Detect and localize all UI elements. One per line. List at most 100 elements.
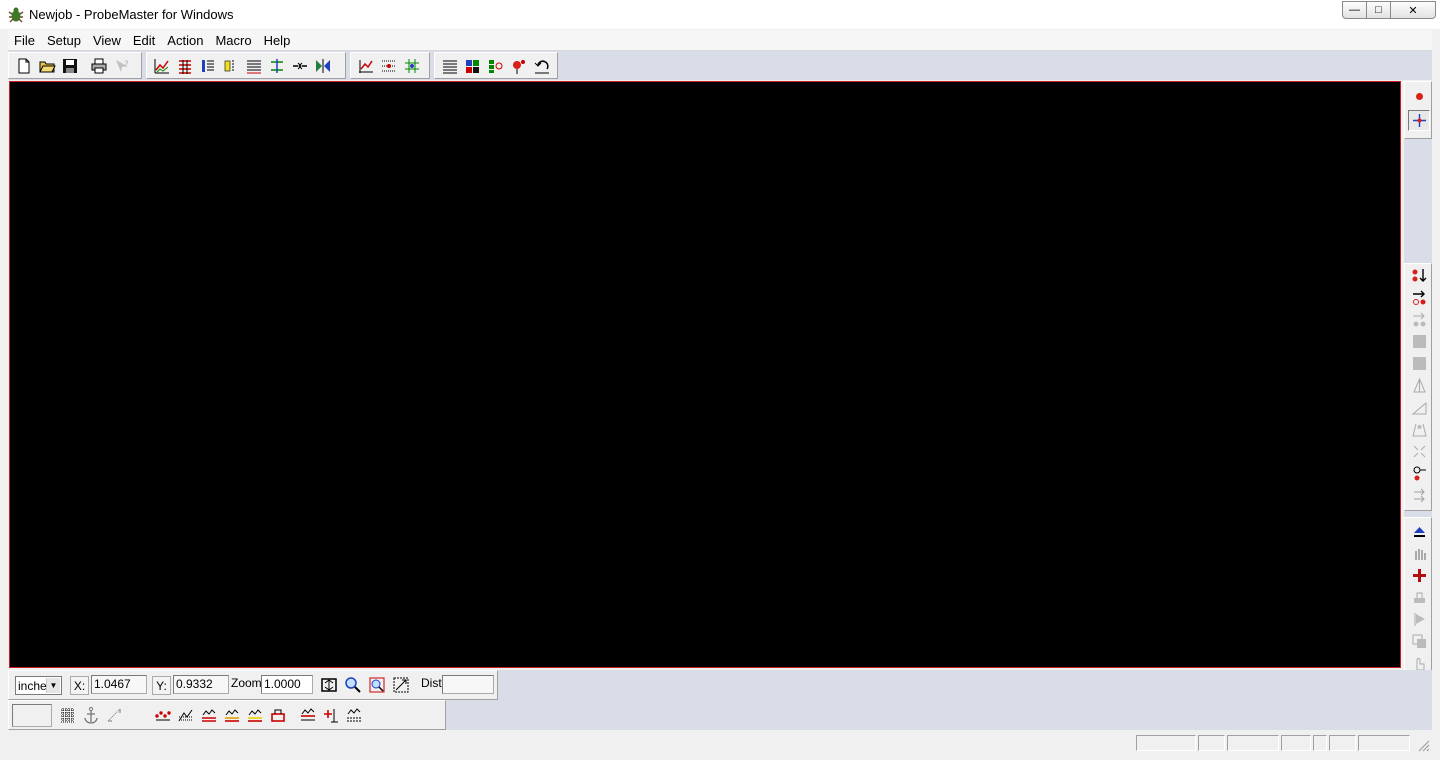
yellow-underline-button[interactable]	[244, 704, 266, 726]
dot-pattern-button[interactable]	[378, 55, 400, 77]
new-button[interactable]	[13, 55, 35, 77]
copy-block-button[interactable]	[1408, 631, 1430, 652]
red-plus-button[interactable]	[1408, 565, 1430, 586]
play-flag-button[interactable]	[1408, 609, 1430, 630]
hatch-pattern-icon	[247, 60, 261, 73]
minimize-button[interactable]: —	[1342, 1, 1367, 19]
green-network-icon	[405, 58, 419, 73]
gray-square-button-2[interactable]	[1408, 353, 1430, 374]
add-node-button[interactable]	[320, 704, 342, 726]
eject-button[interactable]	[1408, 521, 1430, 542]
parallel-arrows-icon	[1413, 488, 1425, 503]
coordinate-bar: inche ▼ X: 1.0467 Y: 0.9332 Zoom 1.0000 …	[8, 670, 1432, 700]
status-bar	[8, 733, 1432, 753]
stamp-button[interactable]	[1408, 587, 1430, 608]
zoom-button[interactable]	[342, 674, 364, 696]
cross-arrows-button[interactable]	[266, 55, 288, 77]
bar-list-button[interactable]	[197, 55, 219, 77]
yellow-marker-button[interactable]	[220, 55, 242, 77]
merge-arrows-button[interactable]	[289, 55, 311, 77]
unit-select[interactable]: inche ▼	[15, 676, 62, 695]
print-button[interactable]	[88, 55, 110, 77]
hatch-pattern-button[interactable]	[243, 55, 265, 77]
zoom-magnifier-icon	[345, 677, 361, 693]
close-button[interactable]: ✕	[1390, 1, 1436, 19]
cone-button[interactable]	[1408, 419, 1430, 440]
menu-file[interactable]: File	[8, 33, 41, 48]
menu-action[interactable]: Action	[161, 33, 209, 48]
status-cell-6	[1329, 735, 1356, 751]
menu-bar: File Setup View Edit Action Macro Help	[8, 30, 1432, 51]
toolbar-group-analysis	[350, 52, 430, 79]
red-cross-graph-button[interactable]	[297, 704, 319, 726]
red-pin-icon	[513, 59, 525, 74]
status-cell-5	[1313, 735, 1327, 751]
mirror-button[interactable]	[312, 55, 334, 77]
scatter-arrows-button[interactable]	[1408, 441, 1430, 462]
undo-loop-button[interactable]	[531, 55, 553, 77]
menu-view[interactable]: View	[87, 33, 127, 48]
stamp-icon	[1413, 592, 1425, 603]
triangle-outline-button[interactable]	[1408, 375, 1430, 396]
red-dot-button[interactable]	[1408, 86, 1430, 107]
hatch-graph-button[interactable]	[175, 704, 197, 726]
hand-button[interactable]	[1408, 543, 1430, 564]
triangle-outline-icon	[1412, 377, 1426, 393]
grid-button[interactable]	[57, 704, 79, 726]
status-cell-1	[1136, 735, 1196, 751]
color-blocks-icon	[466, 59, 479, 73]
diagonal-dots-button[interactable]	[103, 704, 125, 726]
drawing-canvas[interactable]	[9, 81, 1401, 668]
add-node-icon	[324, 709, 338, 723]
red-dots-graph-button[interactable]	[152, 704, 174, 726]
arrow-right-dots-button[interactable]	[1408, 287, 1430, 308]
x-label: X:	[70, 676, 89, 695]
zoom-box-button[interactable]	[390, 674, 412, 696]
green-square-button[interactable]	[485, 55, 507, 77]
gray-square-button-1[interactable]	[1408, 331, 1430, 352]
green-network-button[interactable]	[401, 55, 423, 77]
maximize-button[interactable]: □	[1366, 1, 1391, 19]
resize-grip-icon[interactable]	[1416, 738, 1430, 752]
status-cell-4	[1281, 735, 1311, 751]
orange-underline-icon	[225, 709, 239, 722]
save-button[interactable]	[59, 55, 81, 77]
status-cell-2	[1198, 735, 1225, 751]
red-pin-button[interactable]	[508, 55, 530, 77]
lasso-dot-button[interactable]	[1408, 463, 1430, 484]
red-grid-button[interactable]	[174, 55, 196, 77]
eject-icon	[1413, 527, 1425, 537]
parallel-lines-button[interactable]	[439, 55, 461, 77]
red-dot-icon	[1415, 93, 1423, 100]
yellow-underline-icon	[248, 709, 262, 722]
crosshair-button[interactable]	[1408, 110, 1430, 131]
dashed-graph-button[interactable]	[343, 704, 365, 726]
open-button[interactable]	[36, 55, 58, 77]
red-underline-button[interactable]	[198, 704, 220, 726]
window-title: Newjob - ProbeMaster for Windows	[29, 7, 234, 22]
menu-setup[interactable]: Setup	[41, 33, 87, 48]
red-box-button[interactable]	[267, 704, 289, 726]
orange-underline-button[interactable]	[221, 704, 243, 726]
red-arrow-graph-button[interactable]	[355, 55, 377, 77]
color-blocks-button[interactable]	[462, 55, 484, 77]
fit-view-button[interactable]	[318, 674, 340, 696]
zoom-input[interactable]: 1.0000	[261, 675, 313, 694]
menu-edit[interactable]: Edit	[127, 33, 161, 48]
dots-arrow-button[interactable]	[1408, 309, 1430, 330]
red-dot-down-arrow-icon	[1412, 269, 1426, 282]
red-dots-graph-icon	[155, 711, 171, 721]
parallel-arrows-button[interactable]	[1408, 485, 1430, 506]
zoom-region-button[interactable]	[366, 674, 388, 696]
context-help-button[interactable]: ?	[111, 55, 133, 77]
anchor-button[interactable]	[80, 704, 102, 726]
red-underline-icon	[202, 709, 216, 722]
menu-macro[interactable]: Macro	[209, 33, 257, 48]
app-bug-icon	[8, 7, 24, 23]
fit-view-icon	[321, 678, 337, 692]
wave-graph-button[interactable]	[151, 55, 173, 77]
red-dot-down-arrow-button[interactable]	[1408, 265, 1430, 286]
menu-help[interactable]: Help	[258, 33, 297, 48]
zoom-label: Zoom	[231, 676, 262, 690]
wedge-button[interactable]	[1408, 397, 1430, 418]
